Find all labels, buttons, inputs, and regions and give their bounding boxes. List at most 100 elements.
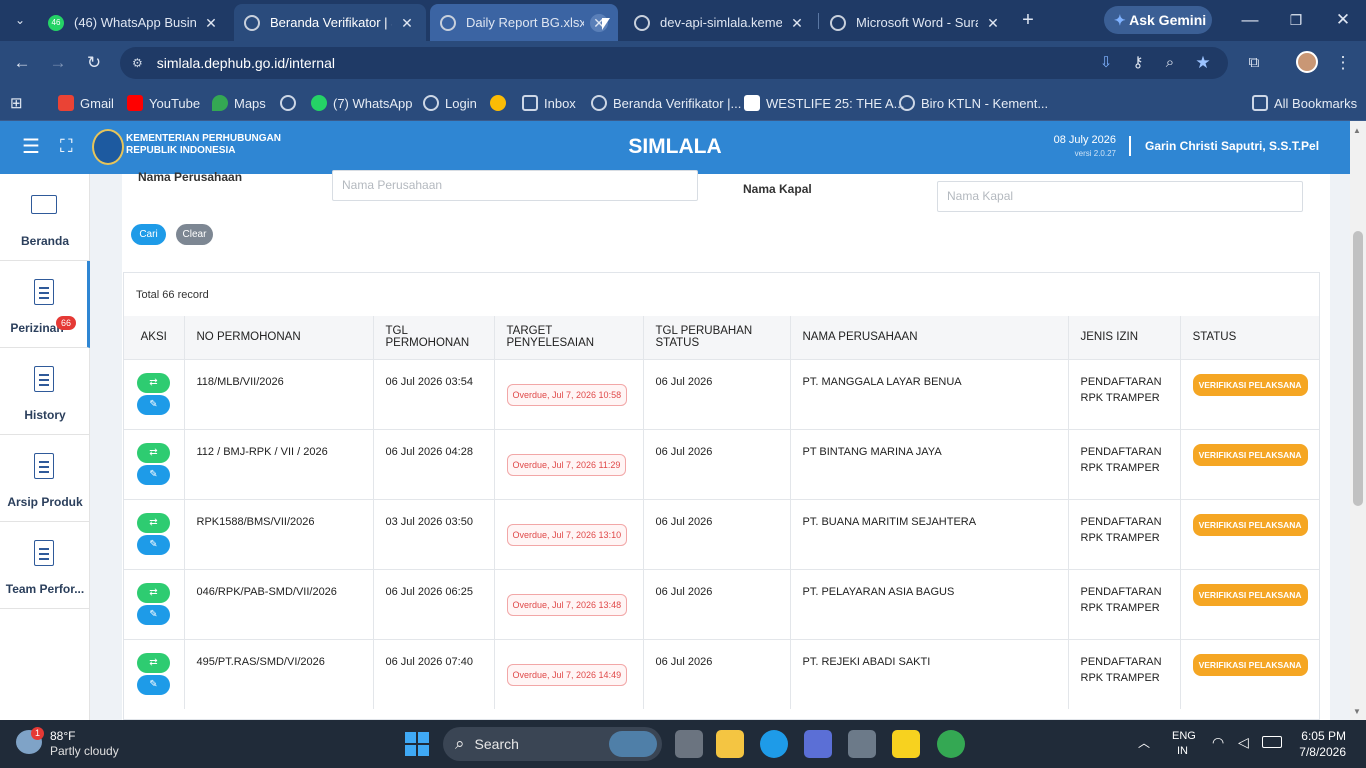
header-nama-perusahaan: NAMA PERUSAHAAN bbox=[790, 316, 1069, 359]
bookmark-gmail[interactable]: Gmail bbox=[58, 92, 114, 114]
forward-icon[interactable]: → bbox=[44, 49, 72, 77]
bookmark-login[interactable]: Login bbox=[423, 92, 477, 114]
sidebar-item-perizinan[interactable]: Perizinan 66 bbox=[0, 261, 90, 348]
globe-icon bbox=[899, 95, 915, 111]
tab-microsoft-word[interactable]: Microsoft Word - Surat ✕ bbox=[820, 4, 1012, 41]
window-close-icon[interactable]: ✕ bbox=[1329, 6, 1357, 34]
bookmark-inbox[interactable] bbox=[490, 92, 512, 114]
search-button[interactable]: Cari bbox=[131, 224, 166, 245]
app-icon[interactable] bbox=[804, 730, 832, 758]
weather-temp[interactable]: 88°F bbox=[50, 729, 75, 743]
document-icon bbox=[34, 366, 54, 392]
gemini-icon: ✦ bbox=[1114, 12, 1126, 28]
weather-desc[interactable]: Partly cloudy bbox=[50, 744, 119, 758]
menu-icon[interactable]: ⋮ bbox=[1329, 49, 1357, 77]
tab-whatsapp[interactable]: 46 (46) WhatsApp Busine ✕ bbox=[38, 4, 230, 41]
close-icon[interactable]: ✕ bbox=[398, 14, 416, 32]
close-icon[interactable]: ✕ bbox=[788, 14, 806, 32]
edit-icon[interactable]: ✎ bbox=[137, 534, 170, 555]
sidebar-item-history[interactable]: History bbox=[0, 348, 90, 435]
ask-gemini-button[interactable]: ✦ Ask Gemini bbox=[1104, 6, 1212, 34]
status-cell: VERIFIKASI PELAKSANA bbox=[1180, 568, 1319, 639]
nama-perusahaan: PT BINTANG MARINA JAYA bbox=[790, 428, 1069, 499]
lang-in[interactable]: IN bbox=[1177, 745, 1188, 757]
clock-time[interactable]: 6:05 PM bbox=[1298, 729, 1346, 743]
clock-date[interactable]: 7/8/2026 bbox=[1288, 745, 1346, 759]
bookmark-globe[interactable] bbox=[280, 92, 302, 114]
install-app-icon[interactable]: ⇩ bbox=[1092, 49, 1120, 77]
edit-icon[interactable]: ✎ bbox=[137, 464, 170, 485]
volume-icon[interactable]: ◁ bbox=[1238, 734, 1249, 751]
site-info-icon[interactable]: ⚙ bbox=[132, 56, 143, 70]
bookmark-maps[interactable]: Maps bbox=[212, 92, 266, 114]
address-bar[interactable]: ⚙ simlala.dephub.go.id/internal bbox=[120, 47, 1228, 79]
sidebar-item-team-performance[interactable]: Team Perfor... bbox=[0, 522, 90, 609]
bookmark-whatsapp[interactable]: (7) WhatsApp bbox=[311, 92, 412, 114]
sidebar-item-arsip-produk[interactable]: Arsip Produk bbox=[0, 435, 90, 522]
scroll-down-icon[interactable]: ▼ bbox=[1353, 707, 1361, 716]
tray-chevron-icon[interactable]: ︿ bbox=[1138, 734, 1150, 751]
tab-search-chevron-icon[interactable]: ⌄ bbox=[6, 6, 34, 34]
transfer-icon[interactable]: ⇄ bbox=[137, 652, 170, 673]
status-badge: VERIFIKASI PELAKSANA bbox=[1192, 373, 1308, 396]
close-icon[interactable]: ✕ bbox=[202, 14, 220, 32]
sidebar-item-beranda[interactable]: Beranda bbox=[0, 174, 90, 261]
back-icon[interactable]: ← bbox=[8, 49, 36, 77]
bookmark-westlife[interactable]: WESTLIFE 25: THE A... bbox=[744, 92, 904, 114]
transfer-icon[interactable]: ⇄ bbox=[137, 442, 170, 463]
sidebar: Beranda Perizinan 66 History Arsip Produ… bbox=[0, 174, 90, 720]
lang-eng[interactable]: ENG bbox=[1172, 730, 1196, 742]
record-count: Total 66 record bbox=[136, 289, 209, 301]
clear-button[interactable]: Clear bbox=[176, 224, 213, 245]
aksi-cell: ⇄ ✎ bbox=[124, 568, 185, 639]
globe-icon bbox=[830, 14, 846, 31]
new-tab-icon[interactable]: + bbox=[1014, 6, 1042, 34]
nama-perusahaan: PT. MANGGALA LAYAR BENUA bbox=[790, 358, 1069, 429]
camera-icon[interactable] bbox=[848, 730, 876, 758]
apps-icon[interactable]: ⊞ bbox=[10, 92, 23, 114]
transfer-icon[interactable]: ⇄ bbox=[137, 582, 170, 603]
minimize-icon[interactable]: — bbox=[1236, 6, 1264, 34]
bookmark-beranda[interactable]: Beranda Verifikator |... bbox=[591, 92, 741, 114]
ship-input[interactable]: Nama Kapal bbox=[937, 181, 1303, 212]
profile-avatar[interactable] bbox=[1296, 51, 1318, 73]
taskbar-search[interactable]: ⌕ Search bbox=[443, 727, 662, 761]
zoom-icon[interactable]: ⌕ bbox=[1156, 49, 1184, 77]
key-icon[interactable]: ⚷ bbox=[1124, 49, 1152, 77]
tab-daily-report[interactable]: Daily Report BG.xlsx ✕ bbox=[430, 4, 618, 41]
bookmark-inbox-mail[interactable]: Inbox bbox=[522, 92, 576, 114]
edge-icon[interactable] bbox=[760, 730, 788, 758]
scrollbar-thumb[interactable] bbox=[1353, 231, 1363, 506]
task-view-icon[interactable] bbox=[675, 730, 703, 758]
file-explorer-icon[interactable] bbox=[716, 730, 744, 758]
tgl-perubahan: 06 Jul 2026 bbox=[643, 568, 791, 639]
windows-start-icon[interactable] bbox=[405, 732, 429, 756]
chrome-icon[interactable] bbox=[937, 730, 965, 758]
all-bookmarks[interactable]: All Bookmarks bbox=[1252, 92, 1357, 114]
tab-beranda-verifikator[interactable]: Beranda Verifikator | Si ✕ bbox=[234, 4, 426, 41]
edit-icon[interactable]: ✎ bbox=[137, 394, 170, 415]
battery-icon[interactable] bbox=[1262, 736, 1282, 748]
tgl-perubahan: 06 Jul 2026 bbox=[643, 498, 791, 569]
wifi-icon[interactable]: ◠ bbox=[1212, 734, 1224, 751]
bookmark-biro-ktln[interactable]: Biro KTLN - Kement... bbox=[899, 92, 1048, 114]
edit-icon[interactable]: ✎ bbox=[137, 604, 170, 625]
restore-icon[interactable]: ❐ bbox=[1282, 6, 1310, 34]
scroll-up-icon[interactable]: ▲ bbox=[1353, 126, 1361, 135]
bookmark-youtube[interactable]: YouTube bbox=[127, 92, 200, 114]
edit-icon[interactable]: ✎ bbox=[137, 674, 170, 695]
sticky-notes-icon[interactable] bbox=[892, 730, 920, 758]
bookmark-star-icon[interactable]: ★ bbox=[1189, 49, 1217, 77]
fullscreen-icon[interactable]: ⛶ bbox=[60, 136, 73, 156]
transfer-icon[interactable]: ⇄ bbox=[137, 372, 170, 393]
user-name[interactable]: Garin Christi Saputri, S.S.T.Pel bbox=[1145, 139, 1319, 153]
tab-dev-api[interactable]: dev-api-simlala.kemenh ✕ bbox=[624, 4, 816, 41]
close-icon[interactable]: ✕ bbox=[984, 14, 1002, 32]
reload-icon[interactable]: ↻ bbox=[80, 49, 108, 77]
aksi-cell: ⇄ ✎ bbox=[124, 638, 185, 709]
transfer-icon[interactable]: ⇄ bbox=[137, 512, 170, 533]
page-scrollbar[interactable]: ▲ ▼ bbox=[1350, 121, 1366, 720]
extensions-icon[interactable]: ⧉ bbox=[1240, 49, 1268, 77]
hamburger-menu-icon[interactable]: ☰ bbox=[22, 137, 40, 157]
company-input[interactable]: Nama Perusahaan bbox=[332, 170, 698, 201]
